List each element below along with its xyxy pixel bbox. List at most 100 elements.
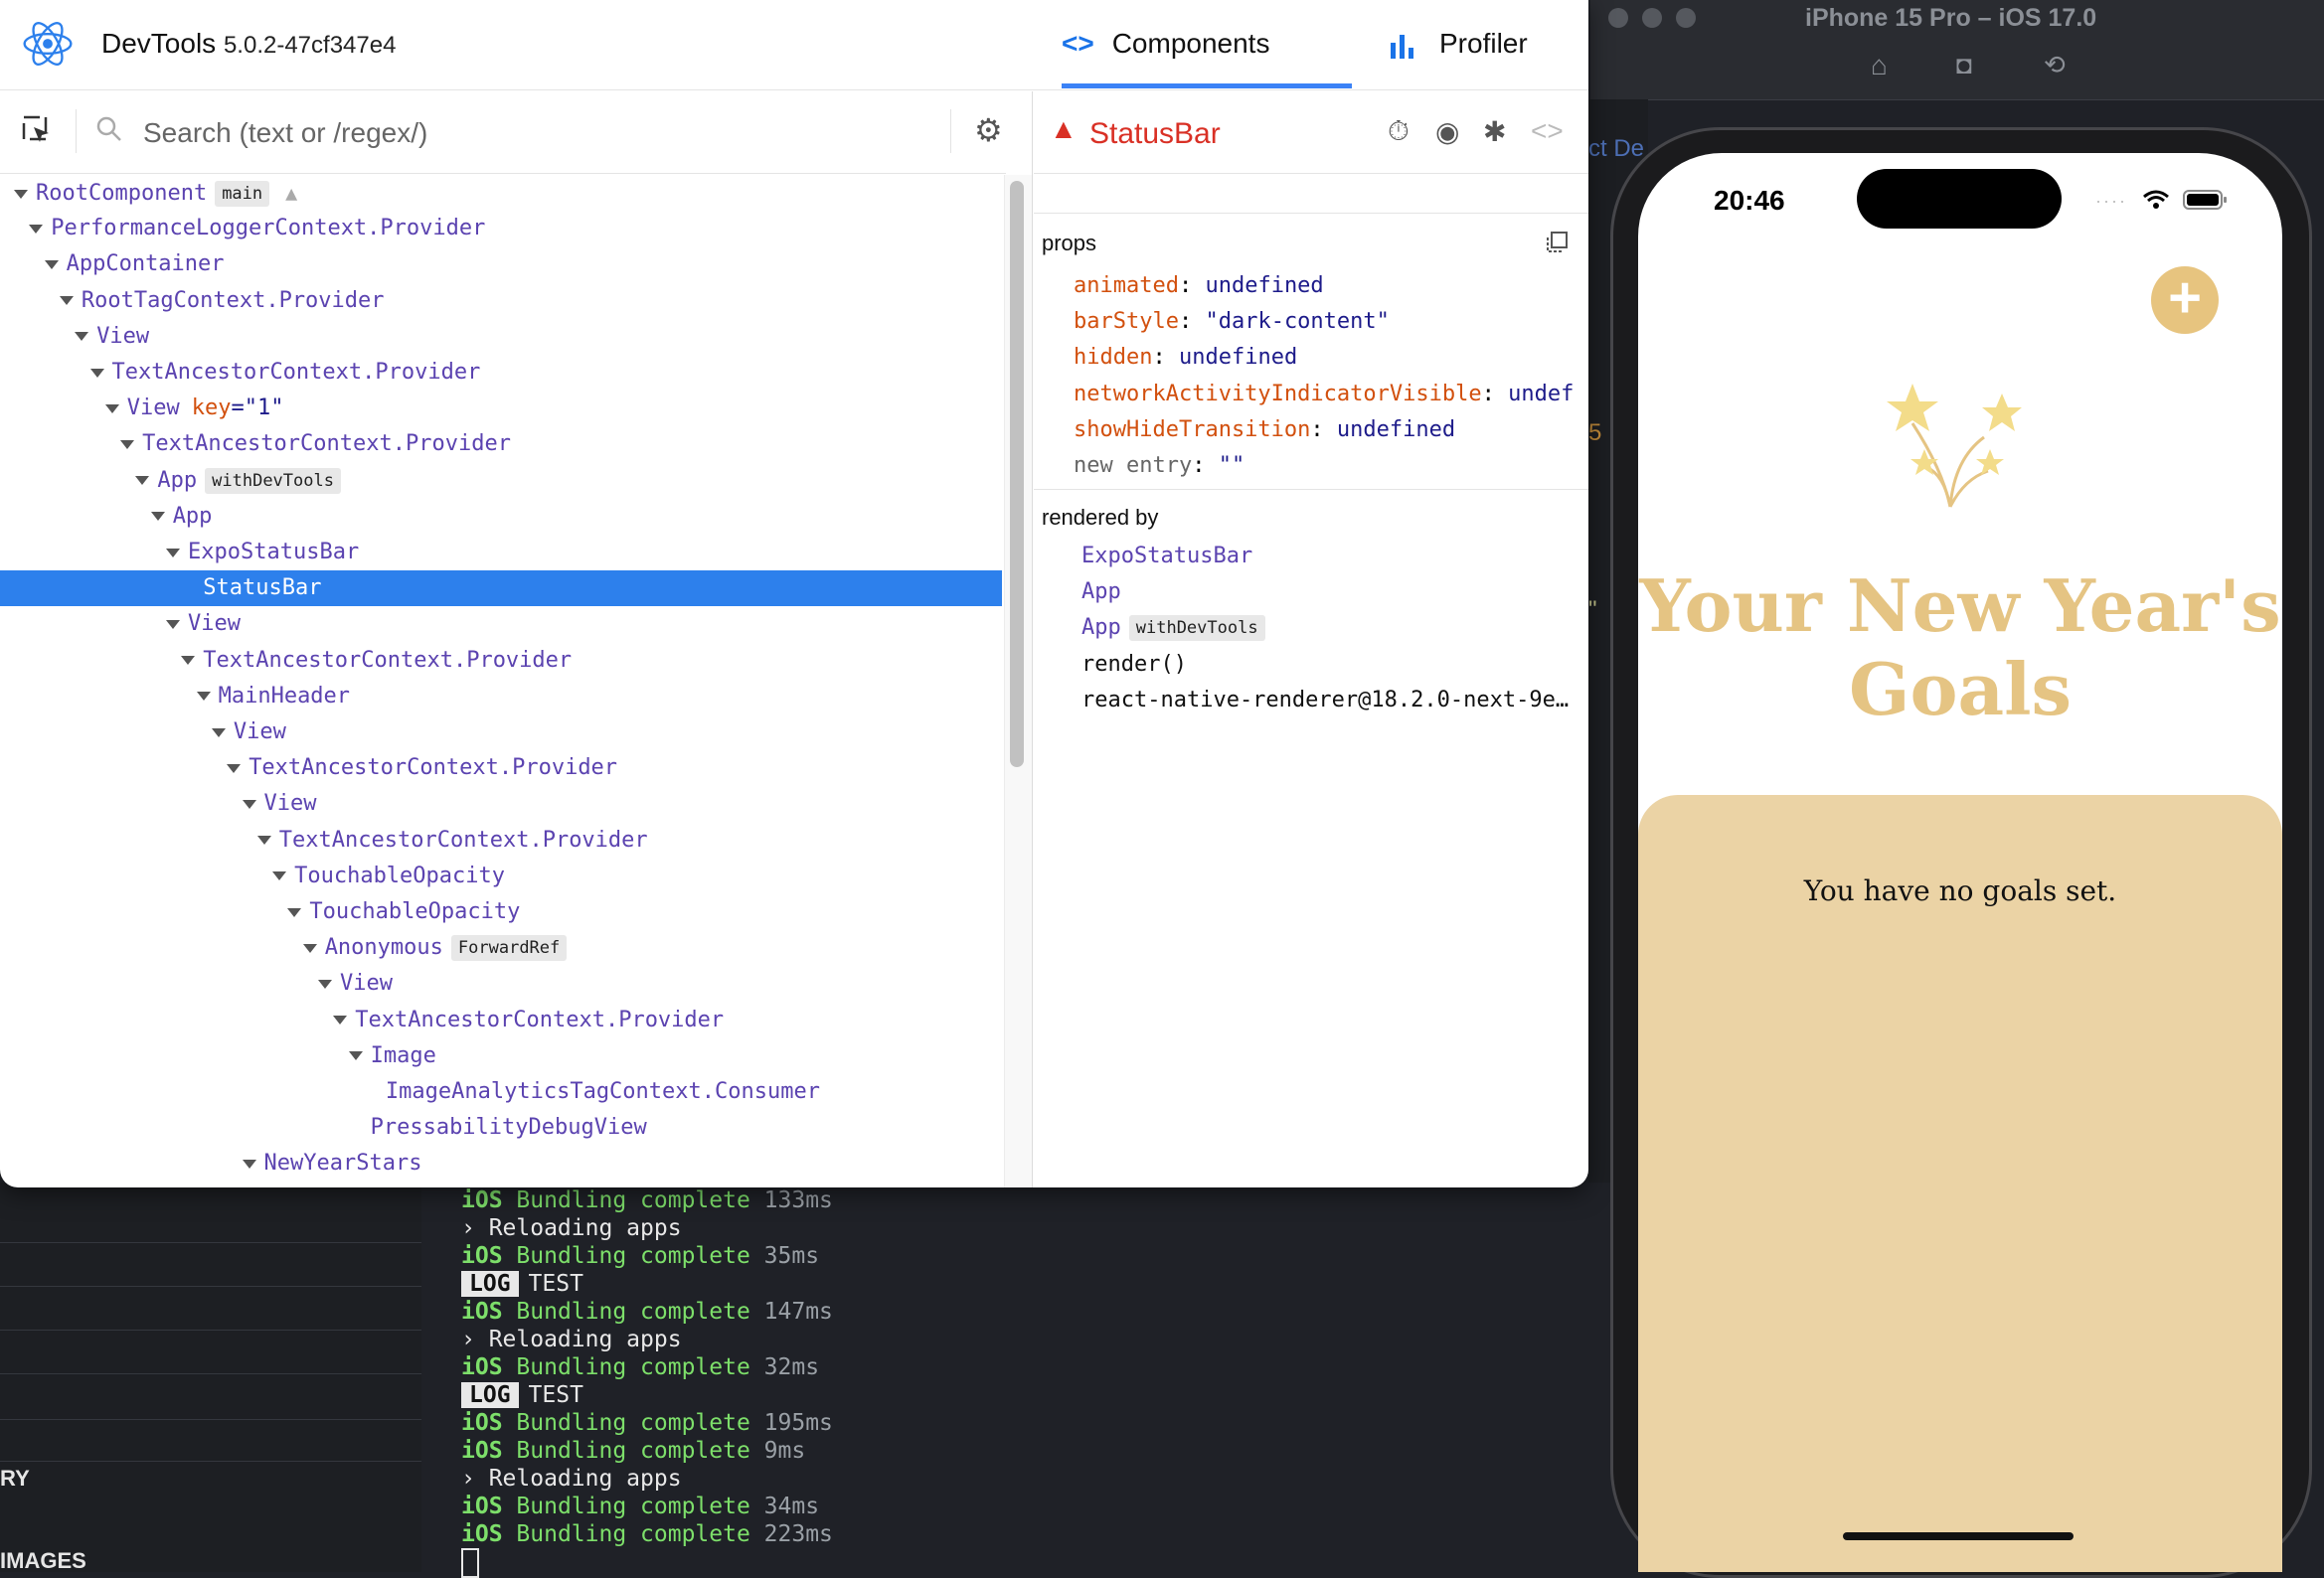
expand-triangle-icon[interactable] bbox=[89, 368, 104, 378]
component-tree[interactable]: RootComponent main ▲ PerformanceLoggerConte… bbox=[0, 175, 1004, 1187]
component-name: TextAncestorContext.Provider bbox=[249, 755, 618, 781]
prop-row[interactable]: animated: undefined bbox=[1074, 268, 1324, 304]
expand-triangle-icon[interactable] bbox=[120, 439, 135, 449]
settings-gear-icon[interactable]: ⚙ bbox=[974, 111, 1003, 149]
status-bar-time: 20:46 bbox=[1714, 185, 1785, 216]
terminal[interactable]: iOS Bundling complete 133ms › Reloading a… bbox=[421, 1183, 1614, 1578]
tree-row[interactable]: App withDevTools bbox=[0, 463, 1002, 499]
tree-row[interactable]: View bbox=[0, 714, 1002, 750]
log-data-bug-icon[interactable]: ✱ bbox=[1483, 115, 1506, 148]
screenshot-icon[interactable]: ◘ bbox=[1956, 50, 1972, 80]
iphone-screen[interactable]: 20:46 ···· + Your New Year's Goals You h… bbox=[1638, 153, 2282, 1572]
tree-row[interactable]: MainHeader bbox=[0, 679, 1002, 714]
expand-triangle-icon[interactable] bbox=[104, 403, 119, 413]
tree-row[interactable]: View key="1" bbox=[0, 391, 1002, 426]
copy-icon[interactable] bbox=[1545, 231, 1569, 254]
tree-row[interactable]: TextAncestorContext.Provider bbox=[0, 1003, 1002, 1038]
pane-splitter[interactable] bbox=[1032, 91, 1033, 1187]
window-close-button[interactable] bbox=[1608, 8, 1628, 28]
prop-row[interactable]: barStyle: "dark-content" bbox=[1074, 304, 1390, 340]
react-logo-icon bbox=[23, 22, 73, 66]
prop-value[interactable]: "dark-content" bbox=[1205, 309, 1389, 334]
tree-row[interactable]: AppContainer bbox=[0, 246, 1002, 282]
expand-triangle-icon[interactable] bbox=[181, 656, 196, 666]
rendered-by-item[interactable]: App bbox=[1081, 574, 1121, 610]
expand-triangle-icon[interactable] bbox=[227, 763, 242, 773]
tree-row[interactable]: TextAncestorContext.Provider bbox=[0, 643, 1002, 679]
prop-key: barStyle bbox=[1074, 309, 1179, 335]
expand-triangle-icon[interactable] bbox=[29, 224, 44, 234]
prop-value[interactable]: undefined bbox=[1337, 417, 1455, 442]
tree-row[interactable]: Image bbox=[0, 1038, 1002, 1074]
tree-row[interactable]: StatusBar bbox=[0, 570, 1002, 607]
prop-row[interactable]: networkActivityIndicatorVisible: undef bbox=[1074, 377, 1574, 412]
expand-triangle-icon[interactable] bbox=[135, 476, 150, 486]
expand-triangle-icon[interactable] bbox=[348, 1051, 363, 1061]
prop-value[interactable]: undef bbox=[1508, 382, 1574, 406]
sidebar-section-label[interactable]: RY bbox=[0, 1466, 30, 1492]
home-icon[interactable]: ⌂ bbox=[1871, 50, 1888, 81]
window-minimize-button[interactable] bbox=[1642, 8, 1662, 28]
expand-triangle-icon[interactable] bbox=[196, 692, 211, 702]
new-entry-value[interactable]: "" bbox=[1219, 453, 1245, 478]
new-entry-key[interactable]: new entry bbox=[1074, 453, 1192, 478]
rendered-by-item[interactable]: App withDevTools bbox=[1081, 610, 1265, 646]
tree-row[interactable]: TextAncestorContext.Provider bbox=[0, 750, 1002, 786]
expand-triangle-icon[interactable] bbox=[302, 943, 317, 953]
sidebar-section-label[interactable]: IMAGES bbox=[0, 1548, 86, 1574]
tree-row[interactable]: TouchableOpacity bbox=[0, 894, 1002, 930]
expand-triangle-icon[interactable] bbox=[44, 259, 59, 269]
tree-row[interactable]: TextAncestorContext.Provider bbox=[0, 426, 1002, 462]
inspect-dom-eye-icon[interactable]: ◉ bbox=[1435, 115, 1459, 148]
tree-row[interactable]: ExpoStatusBar bbox=[0, 535, 1002, 570]
tree-row[interactable]: TouchableOpacity bbox=[0, 859, 1002, 894]
tree-row[interactable]: RootTagContext.Provider bbox=[0, 283, 1002, 319]
add-goal-button[interactable]: + bbox=[2151, 266, 2219, 334]
suspend-timer-icon[interactable]: ⏱ bbox=[1388, 115, 1410, 148]
prop-row[interactable]: hidden: undefined bbox=[1074, 340, 1297, 376]
tree-row[interactable]: TextAncestorContext.Provider bbox=[0, 823, 1002, 859]
tab-components[interactable]: <> Components bbox=[1062, 0, 1352, 88]
expand-triangle-icon[interactable] bbox=[166, 548, 180, 557]
home-indicator[interactable] bbox=[1843, 1532, 2074, 1540]
tree-row[interactable]: View bbox=[0, 606, 1002, 642]
prop-value[interactable]: undefined bbox=[1179, 345, 1297, 370]
rendered-by-item[interactable]: ExpoStatusBar bbox=[1081, 539, 1252, 574]
expand-triangle-icon[interactable] bbox=[242, 799, 256, 809]
tree-row[interactable]: RootComponent main ▲ bbox=[0, 175, 1002, 211]
window-zoom-button[interactable] bbox=[1676, 8, 1696, 28]
expand-triangle-icon[interactable] bbox=[150, 512, 165, 522]
tree-row[interactable]: NewYearStars bbox=[0, 1146, 1002, 1182]
tree-row[interactable]: Anonymous ForwardRef bbox=[0, 930, 1002, 966]
expand-triangle-icon[interactable] bbox=[256, 836, 271, 846]
expand-triangle-icon[interactable] bbox=[272, 871, 287, 881]
expand-triangle-icon[interactable] bbox=[14, 189, 28, 199]
inspect-element-icon[interactable] bbox=[22, 115, 52, 145]
tab-profiler[interactable]: Profiler bbox=[1388, 0, 1528, 87]
expand-triangle-icon[interactable] bbox=[318, 979, 332, 989]
tree-scrollbar[interactable] bbox=[1010, 181, 1024, 767]
search-input[interactable] bbox=[141, 109, 940, 157]
expand-triangle-icon[interactable] bbox=[287, 907, 302, 917]
tree-row[interactable]: ImageAnalyticsTagContext.Consumer bbox=[0, 1074, 1002, 1110]
tree-row[interactable]: PressabilityDebugView bbox=[0, 1110, 1002, 1146]
expand-triangle-icon[interactable] bbox=[333, 1016, 348, 1026]
new-prop-entry[interactable]: new entry: "" bbox=[1074, 448, 1245, 484]
expand-triangle-icon[interactable] bbox=[75, 332, 89, 342]
tree-row[interactable]: View bbox=[0, 966, 1002, 1002]
signal-icon: ···· bbox=[2095, 191, 2127, 211]
expand-triangle-icon[interactable] bbox=[59, 296, 74, 306]
expand-triangle-icon[interactable] bbox=[211, 727, 226, 737]
expand-triangle-icon[interactable] bbox=[242, 1159, 256, 1169]
prop-row[interactable]: showHideTransition: undefined bbox=[1074, 412, 1455, 448]
expand-triangle-icon[interactable] bbox=[166, 619, 180, 629]
tree-row[interactable]: View bbox=[0, 786, 1002, 822]
tree-row[interactable]: App bbox=[0, 499, 1002, 535]
prop-value[interactable]: undefined bbox=[1205, 273, 1323, 298]
component-name: App bbox=[157, 467, 198, 493]
view-source-icon[interactable]: <> bbox=[1531, 115, 1564, 147]
tree-row[interactable]: View bbox=[0, 319, 1002, 355]
tree-row[interactable]: PerformanceLoggerContext.Provider bbox=[0, 211, 1002, 246]
tree-row[interactable]: TextAncestorContext.Provider bbox=[0, 355, 1002, 391]
rotate-icon[interactable]: ⟲ bbox=[2044, 50, 2066, 80]
